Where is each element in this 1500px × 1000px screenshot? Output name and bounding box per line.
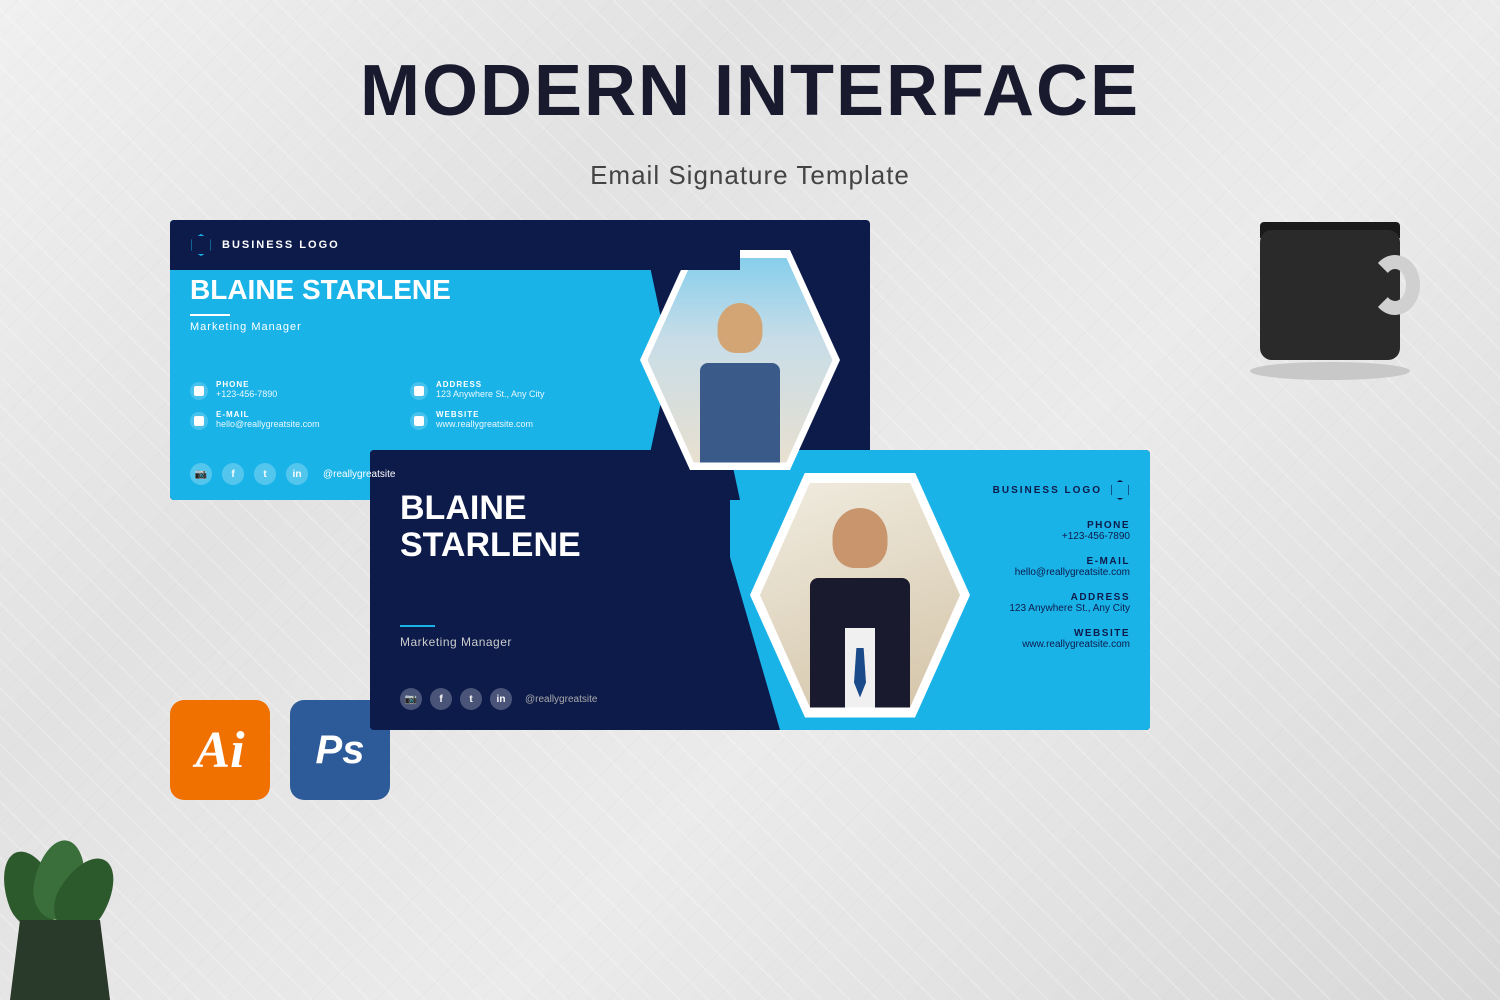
card2-address-value: 123 Anywhere St., Any City	[993, 603, 1130, 614]
card2-divider	[400, 625, 435, 627]
card1-photo-inner	[648, 258, 833, 463]
person1-body	[700, 363, 780, 463]
person2-head	[833, 508, 888, 568]
illustrator-badge: Ai	[170, 700, 270, 800]
card2-email-label: E-MAIL	[993, 556, 1130, 567]
address-icon	[410, 382, 428, 400]
card2-linkedin-icon: in	[490, 688, 512, 710]
card2-hexagon-frame	[750, 473, 970, 718]
card2-logo-row: BUSINESS LOGO	[993, 480, 1130, 500]
coffee-cup-decoration	[1260, 200, 1440, 380]
card2-website-label: WEBSITE	[993, 628, 1130, 639]
card1-person-name: BLAINE STARLENE	[190, 275, 451, 306]
card2-email-value: hello@reallygreatsite.com	[993, 567, 1130, 578]
card2-social-bar: 📷 f t in @reallygreatsite	[400, 688, 597, 710]
card1-email-value: hello@reallygreatsite.com	[216, 419, 320, 429]
card1-logo-hexicon	[190, 234, 212, 256]
card2-logo-hexicon	[1110, 480, 1130, 500]
website-icon	[410, 412, 428, 430]
card1-logo-text: BUSINESS LOGO	[222, 239, 340, 251]
plant-decoration	[0, 800, 130, 1000]
card2-social-handle: @reallygreatsite	[525, 694, 597, 705]
card2-address-label: ADDRESS	[993, 592, 1130, 603]
card2-phone-label: PHONE	[993, 520, 1130, 531]
card2-logo-text: BUSINESS LOGO	[993, 485, 1102, 496]
tool-badges: Ai Ps	[170, 700, 390, 800]
card2-photo-hexagon	[740, 465, 980, 725]
card2-phone-value: +123-456-7890	[993, 531, 1130, 542]
linkedin-icon: in	[286, 463, 308, 485]
card1-address-value: 123 Anywhere St., Any City	[436, 389, 545, 399]
card1-address-label: ADDRESS	[436, 380, 545, 389]
page-subtitle: Email Signature Template	[0, 160, 1500, 191]
card2-job-title: Marketing Manager	[400, 635, 512, 649]
instagram-icon: 📷	[190, 463, 212, 485]
card1-social-bar: 📷 f t in @reallygreatsite	[190, 463, 395, 485]
card1-name-section: BLAINE STARLENE Marketing Manager	[190, 275, 451, 333]
card1-phone-value: +123-456-7890	[216, 389, 277, 399]
card1-address-group: ADDRESS 123 Anywhere St., Any City	[436, 380, 545, 399]
card2-name-line1: BLAINE	[400, 490, 581, 527]
card2-instagram-icon: 📷	[400, 688, 422, 710]
card2-email-item: E-MAIL hello@reallygreatsite.com	[993, 556, 1130, 578]
card2-hexagon-inner	[760, 483, 960, 708]
card1-website-value: www.reallygreatsite.com	[436, 419, 533, 429]
card1-email-group: E-MAIL hello@reallygreatsite.com	[216, 410, 320, 429]
page-title: MODERN INTERFACE	[0, 50, 1500, 132]
illustrator-label: Ai	[195, 721, 244, 780]
phone-icon	[190, 382, 208, 400]
card1-email-label: E-MAIL	[216, 410, 320, 419]
card1-job-title: Marketing Manager	[190, 321, 451, 333]
card2-contact-section: BUSINESS LOGO PHONE +123-456-7890 E-MAIL…	[993, 480, 1130, 664]
card2-address-item: ADDRESS 123 Anywhere St., Any City	[993, 592, 1130, 614]
card2-website-item: WEBSITE www.reallygreatsite.com	[993, 628, 1130, 650]
card1-website-item: WEBSITE www.reallygreatsite.com	[410, 410, 610, 430]
card2-twitter-icon: t	[460, 688, 482, 710]
card2-name-line2: STARLENE	[400, 527, 581, 564]
card1-divider	[190, 314, 230, 316]
card2-facebook-icon: f	[430, 688, 452, 710]
card1-phone-item: PHONE +123-456-7890	[190, 380, 390, 400]
card2-phone-item: PHONE +123-456-7890	[993, 520, 1130, 542]
card1-social-handle: @reallygreatsite	[323, 469, 395, 480]
card1-website-label: WEBSITE	[436, 410, 533, 419]
email-signature-card2: BLAINE STARLENE Marketing Manager 📷 f t …	[370, 450, 1150, 730]
card1-phone-group: PHONE +123-456-7890	[216, 380, 277, 399]
twitter-icon: t	[254, 463, 276, 485]
card2-website-value: www.reallygreatsite.com	[993, 639, 1130, 650]
card1-website-group: WEBSITE www.reallygreatsite.com	[436, 410, 533, 429]
card1-address-item: ADDRESS 123 Anywhere St., Any City	[410, 380, 610, 400]
photoshop-label: Ps	[316, 728, 365, 773]
card1-person-illustration	[680, 303, 800, 463]
card1-logo-bar: BUSINESS LOGO	[170, 220, 740, 270]
email-icon	[190, 412, 208, 430]
card1-phone-label: PHONE	[216, 380, 277, 389]
card1-email-item: E-MAIL hello@reallygreatsite.com	[190, 410, 390, 430]
facebook-icon: f	[222, 463, 244, 485]
card1-contact-grid: PHONE +123-456-7890 ADDRESS 123 Anywhere…	[190, 380, 610, 430]
person1-head	[718, 303, 763, 353]
card2-person-name: BLAINE STARLENE	[400, 490, 581, 565]
card2-person-illustration	[785, 508, 935, 708]
